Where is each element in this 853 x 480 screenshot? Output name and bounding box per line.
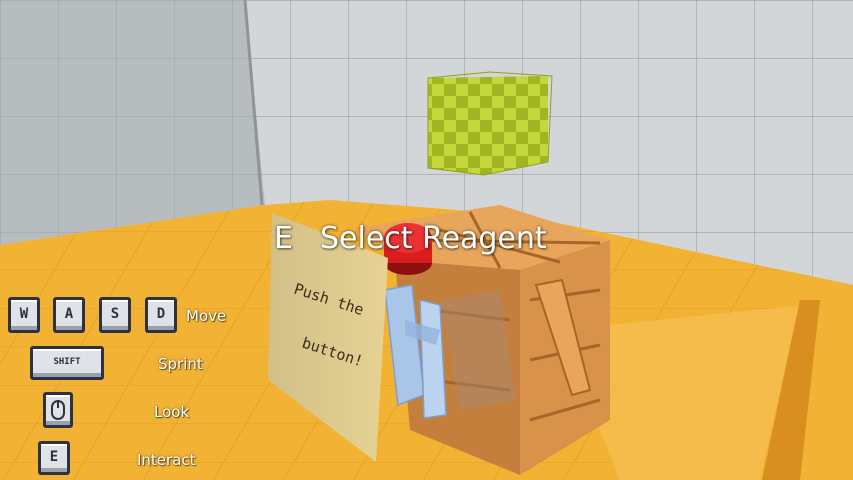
mouse-glyph (51, 400, 65, 420)
prompt-key: E (274, 220, 293, 256)
key-s: S (99, 297, 131, 333)
key-w: W (8, 297, 40, 333)
key-shift: SHIFT (30, 346, 104, 380)
mouse-icon (43, 392, 73, 428)
interaction-prompt: E Select Reagent (274, 219, 547, 257)
prompt-action: Select Reagent (320, 220, 547, 256)
control-label-sprint: Sprint (158, 355, 203, 373)
control-label-interact: Interact (137, 451, 196, 469)
control-label-look: Look (154, 403, 190, 421)
key-a: A (53, 297, 85, 333)
control-label-move: Move (186, 307, 227, 325)
key-d: D (145, 297, 177, 333)
key-e: E (38, 441, 70, 475)
reagent-cube[interactable] (427, 71, 553, 176)
controls-hud: W A S D Move SHIFT Sprint Look E Interac… (0, 0, 260, 480)
